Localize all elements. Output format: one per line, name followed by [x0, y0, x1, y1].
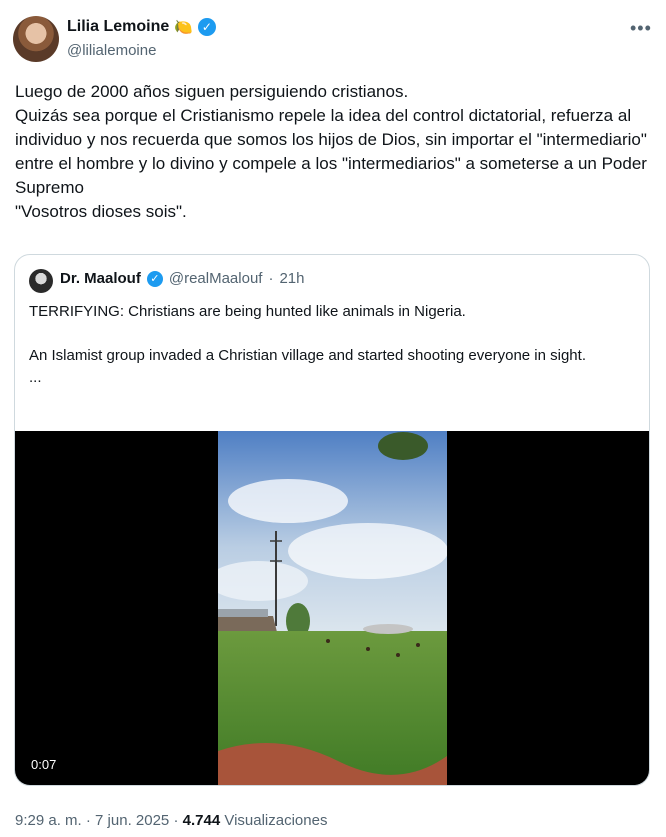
tweet-text: Luego de 2000 años siguen persiguiendo c…	[15, 82, 647, 221]
quoted-avatar	[29, 269, 53, 293]
post-time[interactable]: 9:29 a. m.	[15, 812, 82, 829]
quoted-time: 21h	[279, 270, 305, 287]
quoted-tweet[interactable]: Dr. Maalouf ✓ @realMaalouf · 21h TERRIFY…	[14, 254, 650, 786]
view-count: 4.744	[182, 812, 221, 829]
post-date[interactable]: 7 jun. 2025	[95, 812, 169, 829]
separator-dot: ·	[85, 812, 91, 829]
views-label: Visualizaciones	[224, 812, 328, 829]
author-handle[interactable]: @lilialemoine	[67, 42, 156, 59]
separator-dot: ·	[268, 270, 274, 287]
quoted-handle: @realMaalouf	[168, 270, 263, 287]
verified-badge-icon: ✓	[146, 270, 163, 287]
lemon-emoji: 🍋	[174, 19, 193, 36]
quoted-text: TERRIFYING: Christians are being hunted …	[29, 303, 586, 386]
more-horizontal-icon[interactable]: •••	[630, 18, 652, 39]
video-duration: 0:07	[31, 757, 57, 772]
quoted-author-name: Dr. Maalouf	[60, 270, 141, 287]
verified-badge-icon: ✓	[197, 18, 216, 36]
separator-dot: ·	[173, 812, 179, 829]
video-frame	[218, 431, 447, 785]
author-avatar[interactable]	[13, 16, 59, 62]
video-player[interactable]: 0:07	[15, 431, 649, 785]
tweet-footer: 9:29 a. m. · 7 jun. 2025 · 4.744 Visuali…	[15, 812, 327, 829]
author-name[interactable]: Lilia Lemoine	[67, 18, 169, 36]
